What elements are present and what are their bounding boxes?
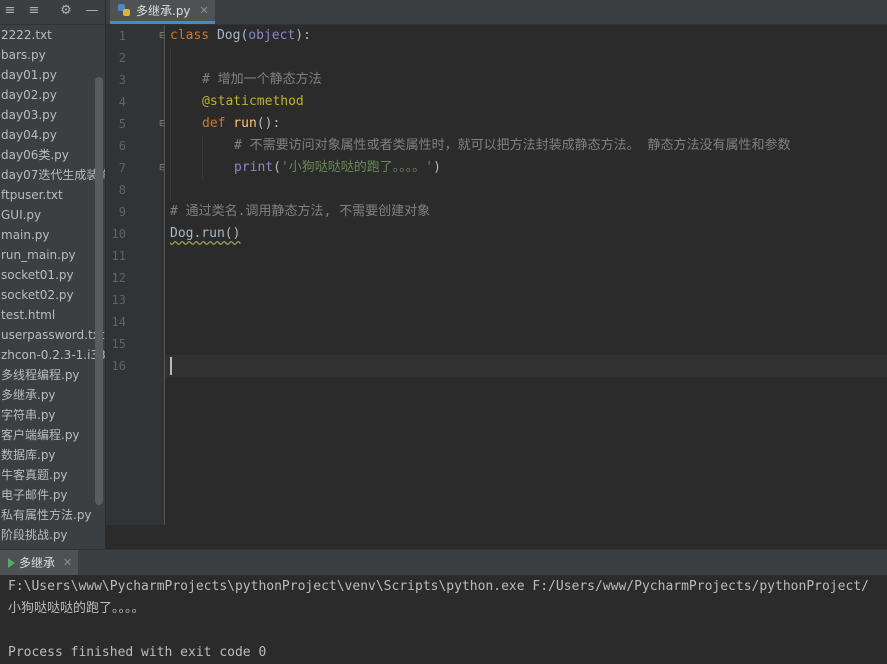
editor-bottom-area — [106, 525, 887, 549]
punctuation: ) — [433, 160, 441, 175]
file-item[interactable]: zhcon-0.2.3-1.i386 — [0, 345, 105, 365]
text-caret — [170, 357, 172, 375]
expand-all-icon[interactable]: ≡ — [2, 3, 18, 19]
line-number: 1 — [118, 29, 126, 43]
file-item[interactable]: day03.py — [0, 105, 105, 125]
base-class: object — [248, 28, 296, 43]
line-number: 3 — [118, 73, 126, 87]
file-item[interactable]: socket01.py — [0, 265, 105, 285]
project-file-list: 2222.txt bars.py day01.py day02.py day03… — [0, 25, 105, 545]
file-item[interactable]: 阶段挑战.py — [0, 525, 105, 545]
line-number: 6 — [118, 139, 126, 153]
file-item[interactable]: ftpuser.txt — [0, 185, 105, 205]
code-line-10: Dog.run() — [170, 223, 240, 245]
code-line-4: @staticmethod — [202, 91, 304, 113]
file-item[interactable]: userpassword.txt — [0, 325, 105, 345]
file-item[interactable]: day07迭代生成装饰 — [0, 165, 105, 185]
file-item[interactable]: run_main.py — [0, 245, 105, 265]
code-editor[interactable]: class Dog(object): # 增加一个静态方法 @staticmet… — [165, 25, 887, 525]
line-number: 12 — [111, 271, 126, 285]
file-item[interactable]: 数据库.py — [0, 445, 105, 465]
code-line-9: # 通过类名.调用静态方法, 不需要创建对象 — [170, 201, 430, 223]
file-item[interactable]: bars.py — [0, 45, 105, 65]
collapse-all-icon[interactable]: ≡ — [26, 3, 42, 19]
console-line: Process finished with exit code 0 — [8, 645, 267, 660]
comment: # 增加一个静态方法 — [202, 72, 322, 87]
keyword: class — [170, 28, 210, 43]
gear-icon[interactable]: ⚙ — [58, 3, 74, 19]
code-line-5: def run(): — [202, 113, 280, 135]
file-item[interactable]: test.html — [0, 305, 105, 325]
punctuation: ): — [295, 28, 311, 43]
line-number: 8 — [118, 183, 126, 197]
function-name: run — [225, 116, 257, 131]
file-item[interactable]: day01.py — [0, 65, 105, 85]
file-item[interactable]: 字符串.py — [0, 405, 105, 425]
class-name: Dog( — [209, 28, 249, 43]
comment: # 不需要访问对象属性或者类属性时，就可以把方法封装成静态方法。 静态方法没有属… — [234, 138, 791, 153]
line-number: 2 — [118, 51, 126, 65]
python-file-icon — [118, 4, 131, 17]
minimize-icon[interactable]: — — [84, 3, 100, 19]
code-line-1: class Dog(object): — [170, 25, 311, 47]
close-icon[interactable]: ✕ — [200, 4, 209, 17]
line-number: 9 — [118, 205, 126, 219]
file-item[interactable]: 私有属性方法.py — [0, 505, 105, 525]
code-line-3: # 增加一个静态方法 — [202, 69, 322, 91]
current-line-highlight — [165, 355, 887, 377]
indent-guide — [170, 47, 171, 201]
run-tool-window-header: 多继承 ✕ — [0, 549, 887, 575]
line-number: 14 — [111, 315, 126, 329]
run-tab-label: 多继承 — [19, 556, 56, 570]
line-number: 5 — [118, 117, 126, 131]
tab-run[interactable]: 多继承 ✕ — [0, 550, 79, 575]
comment: # 通过类名.调用静态方法, 不需要创建对象 — [170, 204, 431, 219]
code-line-7: print('小狗哒哒哒的跑了。。。。') — [234, 157, 441, 179]
file-item[interactable]: day02.py — [0, 85, 105, 105]
project-toolbar: ≡ ≡ ⚙ — — [0, 0, 105, 25]
file-item[interactable]: 牛客真题.py — [0, 465, 105, 485]
line-number: 7 — [118, 161, 126, 175]
editor-tab-bar: 多继承.py ✕ — [106, 0, 887, 25]
decorator: @staticmethod — [202, 94, 304, 109]
file-item[interactable]: 多线程编程.py — [0, 365, 105, 385]
file-item[interactable]: day04.py — [0, 125, 105, 145]
line-number: 4 — [118, 95, 126, 109]
line-number: 15 — [111, 337, 126, 351]
console-line: F:\Users\www\PycharmProjects\pythonProje… — [8, 579, 869, 594]
tab-label: 多继承.py — [136, 4, 191, 18]
line-number: 10 — [111, 227, 126, 241]
run-icon — [8, 557, 15, 568]
file-item[interactable]: main.py — [0, 225, 105, 245]
close-icon[interactable]: ✕ — [63, 556, 72, 569]
console-line: 小狗哒哒哒的跑了。。。。 — [8, 601, 145, 616]
editor-gutter: 1 2 3 4 5 6 7 8 9 10 11 12 13 14 15 16 ⊟… — [106, 25, 167, 525]
line-number: 16 — [111, 359, 126, 373]
code-line-6: # 不需要访问对象属性或者类属性时，就可以把方法封装成静态方法。 静态方法没有属… — [234, 135, 790, 157]
file-item[interactable]: 电子邮件.py — [0, 485, 105, 505]
line-number: 13 — [111, 293, 126, 307]
punctuation: ( — [273, 160, 281, 175]
builtin-function: print — [234, 160, 274, 175]
file-item[interactable]: GUI.py — [0, 205, 105, 225]
file-item[interactable]: day06类.py — [0, 145, 105, 165]
tab-current-file[interactable]: 多继承.py ✕ — [110, 0, 215, 24]
file-item[interactable]: socket02.py — [0, 285, 105, 305]
punctuation: (): — [256, 116, 281, 131]
file-item[interactable]: 2222.txt — [0, 25, 105, 45]
project-scrollbar[interactable] — [95, 77, 103, 505]
method-call: Dog.run() — [170, 226, 241, 241]
file-item[interactable]: 多继承.py — [0, 385, 105, 405]
project-tool-window: ≡ ≡ ⚙ — 2222.txt bars.py day01.py day02.… — [0, 0, 105, 549]
string-literal: '小狗哒哒哒的跑了。。。。' — [280, 160, 434, 175]
line-number: 11 — [111, 249, 126, 263]
run-console[interactable]: F:\Users\www\PycharmProjects\pythonProje… — [0, 575, 887, 664]
keyword: def — [202, 116, 226, 131]
file-item[interactable]: 客户端编程.py — [0, 425, 105, 445]
indent-guide — [202, 135, 203, 179]
